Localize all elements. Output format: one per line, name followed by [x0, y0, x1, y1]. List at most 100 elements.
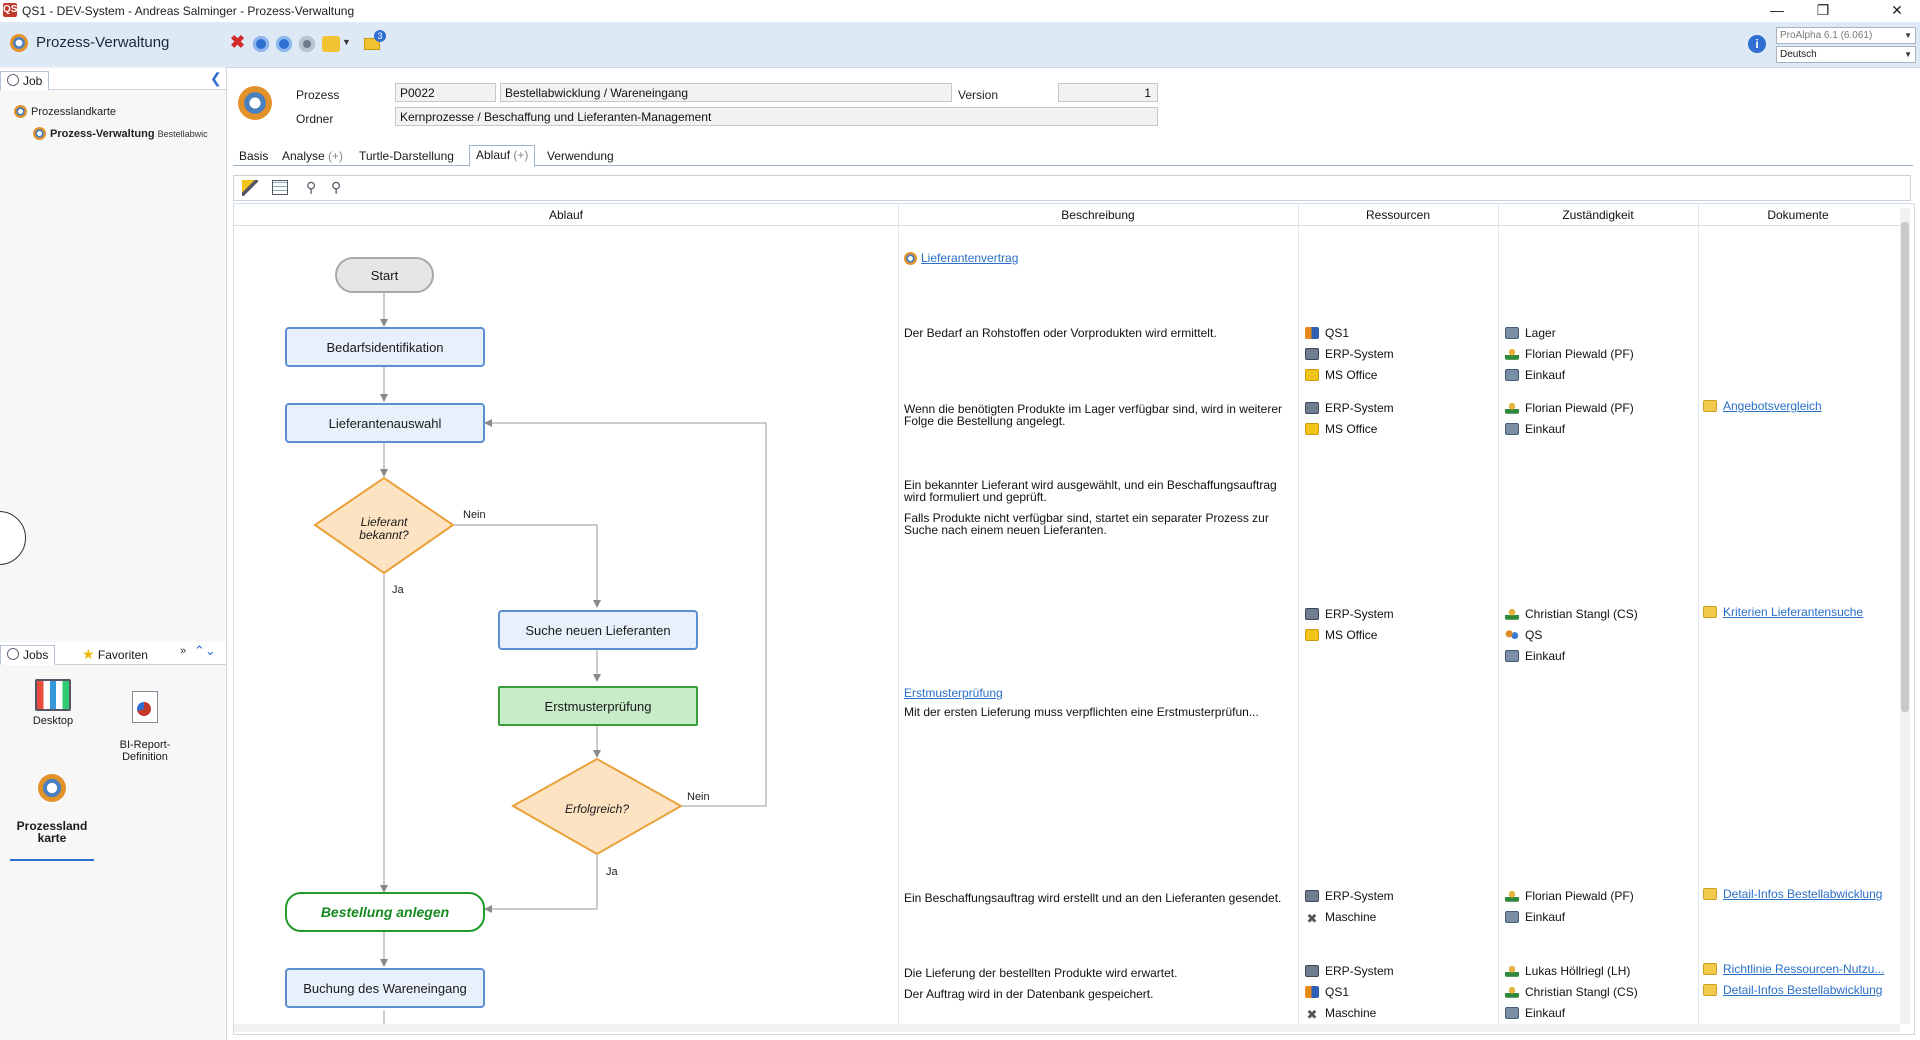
process-icon: [238, 86, 272, 120]
resources-row-3: ERP-System MS Office: [1305, 606, 1394, 643]
tab-jobs[interactable]: Jobs: [0, 645, 56, 665]
responsibility-item[interactable]: Florian Piewald (PF): [1505, 888, 1634, 904]
col-header-ressourcen[interactable]: Ressourcen: [1298, 205, 1499, 225]
resource-item[interactable]: ERP-System: [1305, 346, 1394, 362]
process-map-icon: [38, 774, 66, 802]
col-header-dokumente[interactable]: Dokumente: [1698, 205, 1898, 225]
language-select[interactable]: Deutsch ▼: [1776, 46, 1916, 63]
responsibility-item[interactable]: Lukas Höllriegl (LH): [1505, 963, 1638, 979]
flow-bedarfsidentifikation[interactable]: Bedarfsidentifikation: [285, 327, 485, 367]
tab-job[interactable]: Job: [0, 71, 50, 91]
version-field[interactable]: 1: [1058, 83, 1158, 102]
responsibility-item[interactable]: Christian Stangl (CS): [1505, 606, 1638, 622]
responsibility-item[interactable]: Florian Piewald (PF): [1505, 346, 1634, 362]
tab-verwendung[interactable]: Verwendung: [541, 147, 620, 165]
document-item[interactable]: Richtlinie Ressourcen-Nutzu...: [1703, 961, 1884, 977]
process-name-field[interactable]: Bestellabwicklung / Wareneingang: [500, 83, 952, 102]
flow-erstmusterpruefung[interactable]: Erstmusterprüfung: [498, 686, 698, 726]
collapsed-panel-handle[interactable]: [0, 511, 26, 565]
table-view-icon[interactable]: [272, 180, 288, 195]
edge-label-no: Nein: [687, 791, 710, 803]
col-header-ablauf[interactable]: Ablauf: [234, 205, 899, 225]
tab-ablauf[interactable]: Ablauf (+): [469, 145, 536, 167]
responsibility-item[interactable]: Florian Piewald (PF): [1505, 400, 1634, 416]
shortcut-prozesslandkarte[interactable]: Prozessland karte: [10, 762, 94, 861]
more-tabs-icon[interactable]: »: [180, 645, 186, 657]
document-link[interactable]: Kriterien Lieferantensuche: [1723, 605, 1863, 619]
flow-bestellung-anlegen[interactable]: Bestellung anlegen: [285, 892, 485, 932]
tree-item-prozesslandkarte[interactable]: Prozesslandkarte: [14, 105, 116, 118]
resource-item[interactable]: ✖ Maschine: [1305, 1005, 1394, 1021]
erstmusterpruefung-link[interactable]: Erstmusterprüfung: [904, 686, 1003, 700]
description-lieferantenauswahl: Wenn die benötigten Produkte im Lager ve…: [904, 402, 1282, 428]
settings-icon[interactable]: [299, 36, 315, 52]
responsibility-item[interactable]: QS: [1505, 627, 1638, 643]
tab-favorites[interactable]: ★ Favoriten: [76, 645, 154, 663]
responsibility-item[interactable]: Einkauf: [1505, 909, 1634, 925]
folder-field[interactable]: Kernprozesse / Beschaffung und Lieferant…: [395, 107, 1158, 126]
person-icon: [1505, 402, 1519, 414]
responsibility-item[interactable]: Christian Stangl (CS): [1505, 984, 1638, 1000]
collapse-panel-icon[interactable]: ❮: [210, 70, 222, 87]
resource-item[interactable]: MS Office: [1305, 367, 1394, 383]
resource-item[interactable]: QS1: [1305, 325, 1394, 341]
edit-diagram-icon[interactable]: [242, 180, 258, 196]
flow-buchung-wareneingang[interactable]: Buchung des Wareneingang: [285, 968, 485, 1008]
resource-label: Maschine: [1325, 1006, 1377, 1020]
chevron-down-icon[interactable]: ▼: [342, 37, 351, 47]
document-item[interactable]: Angebotsvergleich: [1703, 398, 1822, 414]
lieferantenvertrag-link[interactable]: Lieferantenvertrag: [921, 251, 1018, 265]
close-window-icon[interactable]: ✕: [1874, 0, 1920, 22]
delete-icon[interactable]: ✖: [230, 32, 245, 53]
responsibility-label: Einkauf: [1525, 910, 1566, 924]
restore-icon[interactable]: ❐: [1800, 0, 1846, 22]
tab-analyse[interactable]: Analyse (+): [276, 147, 349, 165]
version-select[interactable]: ProAlpha 6.1 (6.061) ▼: [1776, 27, 1916, 44]
shortcut-desktop[interactable]: Desktop: [18, 679, 88, 727]
resource-item[interactable]: MS Office: [1305, 627, 1394, 643]
flow-lieferantenauswahl[interactable]: Lieferantenauswahl: [285, 403, 485, 443]
resource-item[interactable]: ERP-System: [1305, 888, 1394, 904]
flow-suche-neuen-lieferanten[interactable]: Suche neuen Lieferanten: [498, 610, 698, 650]
resource-item[interactable]: MS Office: [1305, 421, 1394, 437]
vertical-scrollbar[interactable]: [1900, 208, 1910, 1024]
process-id-field[interactable]: P0022: [395, 83, 496, 102]
col-header-beschreibung[interactable]: Beschreibung: [898, 205, 1299, 225]
resource-item[interactable]: QS1: [1305, 984, 1394, 1000]
document-link[interactable]: Angebotsvergleich: [1723, 399, 1822, 413]
document-link[interactable]: Detail-Infos Bestellabwicklung: [1723, 983, 1882, 997]
document-link[interactable]: Detail-Infos Bestellabwicklung: [1723, 887, 1882, 901]
forward-icon[interactable]: [276, 36, 292, 52]
responsibility-item[interactable]: Lager: [1505, 325, 1634, 341]
tab-turtle[interactable]: Turtle-Darstellung: [353, 147, 460, 165]
tab-plus: (+): [513, 148, 529, 162]
col-header-zustaendigkeit[interactable]: Zuständigkeit: [1498, 205, 1699, 225]
resource-label: MS Office: [1325, 628, 1378, 642]
responsibility-item[interactable]: Einkauf: [1505, 367, 1634, 383]
zoom-out-icon[interactable]: ⚲: [306, 179, 316, 196]
chevron-up-down-icon[interactable]: ⌃⌄: [194, 643, 216, 659]
responsibility-item[interactable]: Einkauf: [1505, 1005, 1638, 1021]
document-link[interactable]: Richtlinie Ressourcen-Nutzu...: [1723, 962, 1884, 976]
shortcut-bi-report[interactable]: BI-Report- Definition: [110, 679, 180, 775]
tab-basis[interactable]: Basis: [233, 147, 274, 165]
note-icon[interactable]: [322, 36, 340, 52]
minimize-icon[interactable]: —: [1754, 0, 1800, 22]
info-icon[interactable]: i: [1748, 35, 1766, 53]
responsibility-item[interactable]: Einkauf: [1505, 421, 1634, 437]
tree-item-prozess-verwaltung[interactable]: Prozess-Verwaltung Bestellabwic: [33, 127, 208, 140]
back-icon[interactable]: [253, 36, 269, 52]
description-top-link[interactable]: Lieferantenvertrag: [904, 251, 1018, 265]
zoom-in-icon[interactable]: ⚲: [331, 179, 341, 196]
resource-item[interactable]: ERP-System: [1305, 606, 1394, 622]
responsibility-item[interactable]: Einkauf: [1505, 648, 1638, 664]
scrollbar-thumb[interactable]: [1901, 222, 1909, 712]
horizontal-scrollbar[interactable]: [234, 1024, 1900, 1032]
document-item[interactable]: Detail-Infos Bestellabwicklung: [1703, 982, 1882, 998]
resource-item[interactable]: ERP-System: [1305, 400, 1394, 416]
document-item[interactable]: Kriterien Lieferantensuche: [1703, 604, 1863, 620]
resource-item[interactable]: ✖ Maschine: [1305, 909, 1394, 925]
resource-item[interactable]: ERP-System: [1305, 963, 1394, 979]
document-item[interactable]: Detail-Infos Bestellabwicklung: [1703, 886, 1882, 902]
flow-start[interactable]: Start: [335, 257, 434, 293]
